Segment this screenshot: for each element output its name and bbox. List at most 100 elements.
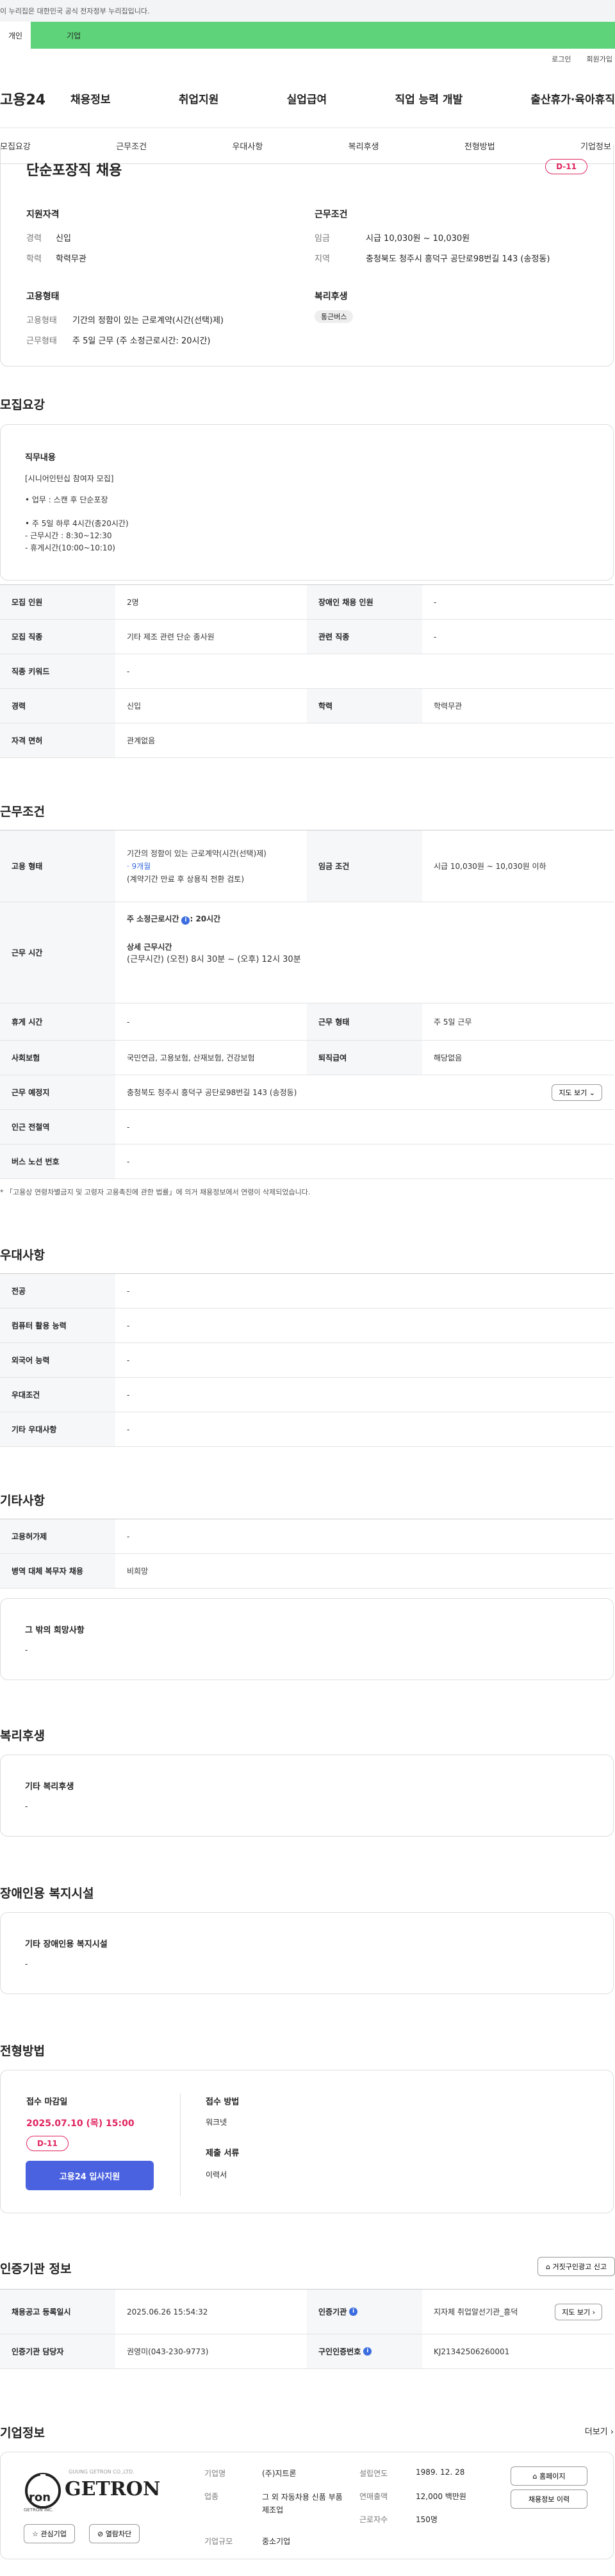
deadline-dday: D-11 [26, 2136, 69, 2151]
conditions-title: 근무조건 [315, 210, 348, 220]
work-permit-label: 고용허가제 [0, 1519, 115, 1553]
docs-value: 이력서 [206, 2170, 227, 2179]
cert-no-value: KJ21342506260001 [434, 2347, 510, 2356]
bus-value: - [127, 1157, 130, 1166]
table-row: 모집 직종 기타 제조 관련 단순 종사원 관련 직종 - [0, 620, 614, 654]
site-logo[interactable]: 고용24 [0, 88, 70, 109]
headcount-value: 2명 [127, 598, 139, 607]
emp-type-note: (계약기간 만료 후 상용직 전환 검토) [127, 874, 244, 884]
table-row: 근무 시간 주 소정근로시간 i: 20시간 상세 근무시간 (근무시간) (오전… [0, 902, 614, 1003]
industry-label: 업종 [204, 2492, 219, 2501]
table-row: 자격 면허 관계없음 [0, 723, 614, 758]
insurance-label: 사회보험 [0, 1041, 115, 1075]
employees-value: 150명 [416, 2515, 438, 2524]
method-value: 워크넷 [206, 2118, 227, 2127]
nav-employment-support[interactable]: 취업지원 [179, 90, 219, 106]
dday-badge: D-11 [545, 159, 587, 174]
nav-job-training[interactable]: 직업 능력 개발 [395, 90, 463, 106]
work-form-label: 근무 형태 [307, 1003, 422, 1040]
qualification-title: 지원자격 [26, 210, 60, 220]
hope-card: 그 밖의 희망사항 - [0, 1598, 614, 1680]
block-icon: ⊘ [97, 2530, 104, 2538]
more-link[interactable]: 더보기 › [585, 2425, 614, 2437]
retirement-label: 퇴직급여 [307, 1041, 422, 1075]
cert-no-label: 구인인증번호 i [307, 2334, 422, 2368]
table-row: 근무 예정지 충청북도 청주시 흥덕구 공단로98번길 143 (송정동) 지도… [0, 1075, 614, 1110]
logo-text: GETRON [65, 2478, 161, 2500]
manager-value: 권영미(043-230-9773) [127, 2347, 209, 2356]
prefer-etc-value: - [127, 1424, 130, 1434]
qualification-block: 지원자격 경력 신입 학력 학력무관 [26, 208, 86, 274]
hope-title: 그 밖의 희망사항 [25, 1626, 85, 1635]
edu-label: 학력 [307, 689, 422, 723]
table-row: 채용공고 등록일시 2025.06.26 15:54:32 인증기관 i 지자체 … [0, 2290, 614, 2334]
manager-label: 인증기관 담당자 [0, 2334, 115, 2368]
tab-personal[interactable]: 개인 [0, 22, 31, 49]
related-job-value: - [434, 632, 437, 641]
welfare-title: 복리후생 [315, 292, 348, 302]
nav-jobs[interactable]: 채용정보 [70, 90, 111, 106]
etc-table: 고용허가제 - 병역 대체 복무자 채용 비희망 [0, 1519, 614, 1589]
nav-unemployment-benefit[interactable]: 실업급여 [287, 90, 327, 106]
disabled-hire-label: 장애인 채용 인원 [307, 585, 422, 619]
table-row: 전공 - [0, 1274, 614, 1309]
cert-no-label-text: 구인인증번호 [318, 2347, 361, 2356]
login-link[interactable]: 로그인 [552, 54, 571, 64]
map-view-button[interactable]: 지도 보기 ⌄ [552, 1084, 602, 1101]
company-heading: 기업정보 [0, 2426, 45, 2440]
workplace-value: 충청북도 청주시 흥덕구 공단로98번길 143 (송정동) 지도 보기 ⌄ [115, 1075, 614, 1109]
insurance-value: 국민연금, 고용보험, 산재보험, 건강보험 [127, 1053, 255, 1062]
disabled-title: 기타 장애인용 복지시설 [25, 1940, 108, 1949]
workplace-label: 근무 예정지 [0, 1075, 115, 1109]
info-icon[interactable]: i [181, 916, 190, 925]
job-keyword-value: - [127, 666, 130, 676]
info-icon[interactable]: i [363, 2347, 372, 2356]
apply-button[interactable]: 고용24 입사지원 [26, 2161, 154, 2190]
report-button[interactable]: ⌂ 거짓구인광고 신고 [537, 2257, 615, 2276]
welfare-badge: 통근버스 [315, 310, 354, 323]
prefer-table: 전공 - 컴퓨터 활용 능력 - 외국어 능력 - 우대조건 - 기타 우대사항 - [0, 1273, 614, 1447]
scale-label: 기업규모 [204, 2537, 233, 2546]
home-icon: ⌂ [546, 2263, 551, 2271]
duty-line: [시니어인턴십 참여자 모집] [25, 474, 114, 483]
join-link[interactable]: 회원가입 [587, 54, 612, 64]
org-map-button[interactable]: 지도 보기 › [555, 2303, 602, 2320]
chevron-right-icon: › [610, 2427, 614, 2437]
employment-block: 고용형태 고용형태 기간의 정함이 있는 근로계약(시간(선택)제) 근무형태 주 … [26, 290, 224, 356]
homepage-button[interactable]: ⌂ 홈페이지 [511, 2466, 587, 2486]
tab-business[interactable]: 기업 [31, 22, 615, 49]
favorite-company-button[interactable]: ☆ 관심기업 [24, 2524, 75, 2543]
sales-value: 12,000 백만원 [416, 2492, 466, 2501]
table-row: 고용 형태 기간의 정함이 있는 근로계약(시간(선택)제) · 9개월 (계약… [0, 830, 614, 902]
nav-parental-leave[interactable]: 출산휴가·육아휴직 [530, 90, 615, 106]
conditions-table: 고용 형태 기간의 정함이 있는 근로계약(시간(선택)제) · 9개월 (계약… [0, 830, 614, 1179]
conditions-block: 근무조건 임금 시급 10,030원 ~ 10,030원 지역 충청북도 청주시 흥… [315, 208, 550, 274]
table-row: 기타 우대사항 - [0, 1412, 614, 1447]
info-icon[interactable]: i [349, 2308, 358, 2316]
company-name-value: (주)지트론 [262, 2469, 297, 2478]
language-label: 외국어 능력 [0, 1343, 115, 1377]
recruit-table: 모집 인원 2명 장애인 채용 인원 - 모집 직종 기타 제조 관련 단순 종… [0, 584, 614, 758]
founded-label: 설립연도 [359, 2469, 388, 2478]
type-value: 기간의 정함이 있는 근로계약(시간(선택)제) [72, 316, 224, 326]
welfare-card: 기타 복리후생 - [0, 1754, 614, 1837]
block-company-button[interactable]: ⊘ 열람차단 [89, 2524, 140, 2543]
logo-small-text: GUUNG GETRON CO.,LTD. [69, 2469, 135, 2475]
main-nav: 고용24 채용정보 취업지원 실업급여 직업 능력 개발 출산휴가·육아휴직 [0, 69, 615, 128]
prefer-cond-label: 우대조건 [0, 1378, 115, 1412]
table-row: 버스 노선 번호 - [0, 1144, 614, 1179]
duty-line: • 업무 : 스캔 후 단순포장 [25, 495, 108, 504]
military-value: 비희망 [127, 1567, 149, 1576]
job-summary-card: 단순포장직 채용 D-11 지원자격 경력 신입 학력 학력무관 고용형태 고용형태… [0, 145, 614, 367]
etc-heading: 기타사항 [0, 1494, 45, 1508]
welfare-etc-value: - [25, 1802, 28, 1811]
cert-org-value: 지자체 취업알선기관_흥덕 지도 보기 › [422, 2290, 614, 2334]
docs-title: 제출 서류 [206, 2149, 240, 2158]
duty-title: 직무내용 [25, 453, 56, 463]
military-label: 병역 대체 복무자 채용 [0, 1554, 115, 1588]
job-keyword-label: 직종 키워드 [0, 654, 115, 688]
emp-type-value: 기간의 정함이 있는 근로계약(시간(선택)제) · 9개월 (계약기간 만료 … [115, 830, 307, 902]
history-button[interactable]: 채용정보 이력 [511, 2489, 587, 2509]
welfare-heading: 복리후생 [0, 1729, 45, 1743]
homepage-label: 홈페이지 [539, 2472, 566, 2481]
